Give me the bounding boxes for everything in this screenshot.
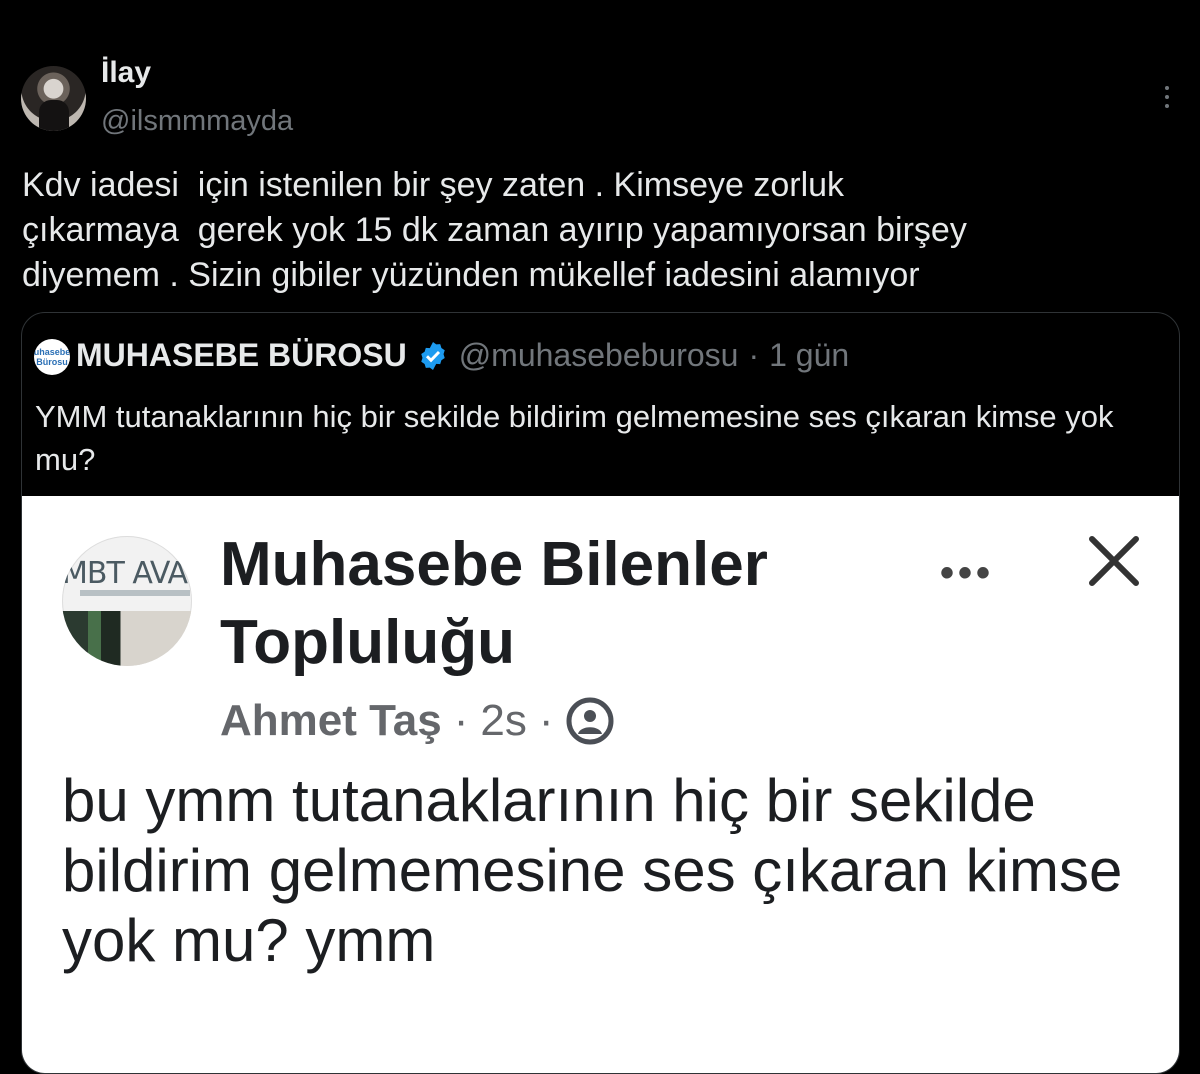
- display-name[interactable]: İlay: [101, 56, 151, 90]
- user-handle[interactable]: @ilsmmmayda: [101, 105, 293, 138]
- user-avatar[interactable]: [21, 66, 86, 131]
- more-vertical-icon[interactable]: [1157, 86, 1177, 112]
- group-logo-text: MBT AVANTA: [62, 556, 192, 591]
- post-meta: Ahmet Taş · 2s ·: [220, 696, 615, 746]
- quoted-tweet-card[interactable]: uhasebe Bürosu MUHASEBE BÜROSU @muhasebe…: [21, 312, 1180, 1074]
- group-name: Muhasebe Bilenler Topluluğu: [220, 530, 768, 677]
- post-text: bu ymm tutanaklarının hiç bir sekilde bi…: [62, 767, 1123, 974]
- quote-header: MUHASEBE BÜROSU @muhasebeburosu · 1 gün: [76, 337, 849, 374]
- group-logo: MBT AVANTA: [62, 536, 192, 666]
- verified-badge-icon: [420, 341, 445, 370]
- group-logo-subtitle: [80, 590, 190, 596]
- tweet-text: Kdv iadesi için istenilen bir şey zaten …: [22, 166, 967, 294]
- post-time: 2s: [480, 696, 527, 745]
- close-icon: [1089, 536, 1139, 586]
- quote-handle[interactable]: @muhasebeburosu: [459, 337, 739, 374]
- quoted-media-image[interactable]: MBT AVANTA Muhasebe Bilenler Topluluğu •…: [22, 496, 1179, 1073]
- quote-text: YMM tutanaklarının hiç bir sekilde bildi…: [35, 399, 1114, 477]
- post-author: Ahmet Taş: [220, 696, 442, 745]
- quote-name[interactable]: MUHASEBE BÜROSU: [76, 337, 407, 374]
- quote-separator: ·: [748, 337, 760, 373]
- quote-avatar[interactable]: uhasebe Bürosu: [34, 339, 70, 375]
- quote-timestamp[interactable]: 1 gün: [769, 337, 849, 374]
- post-meta-separator-2: ·: [538, 696, 554, 745]
- audience-icon: [566, 697, 614, 745]
- post-meta-separator-1: ·: [453, 696, 469, 745]
- more-horizontal-icon: •••: [940, 551, 995, 595]
- group-logo-photo: [62, 611, 192, 666]
- quote-avatar-text: uhasebe Bürosu: [34, 347, 70, 367]
